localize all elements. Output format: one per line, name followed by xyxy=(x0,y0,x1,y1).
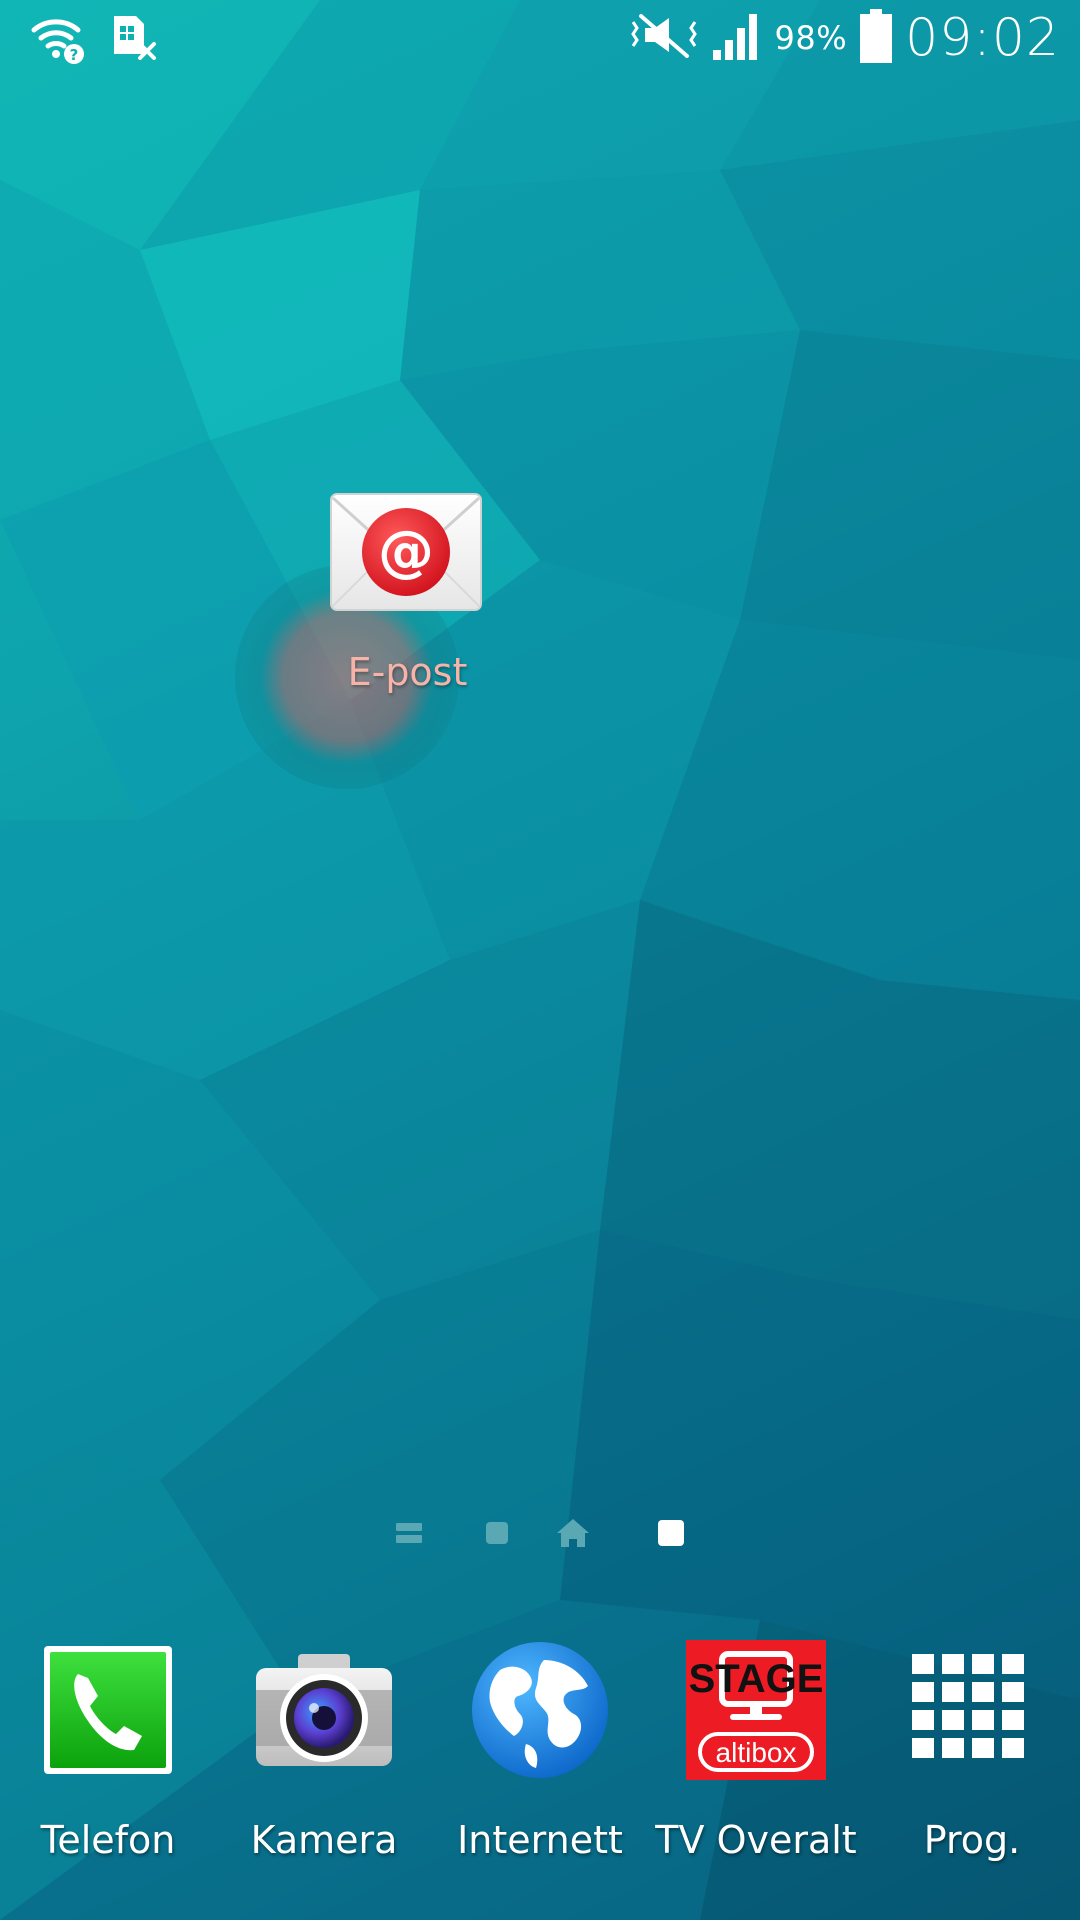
internet-globe-icon[interactable] xyxy=(470,1640,610,1780)
vibrate-mute-icon xyxy=(629,12,699,64)
svg-text:@: @ xyxy=(378,519,434,584)
dock-label: Telefon xyxy=(40,1818,176,1862)
email-app-icon[interactable]: @ xyxy=(329,492,483,612)
svg-text:altibox: altibox xyxy=(716,1737,797,1768)
phone-app-icon[interactable] xyxy=(38,1640,178,1780)
dock-item-tv-overalt[interactable]: STAGE altibox TV Overalt xyxy=(648,1640,864,1870)
briefing-page-icon[interactable] xyxy=(396,1523,422,1543)
dock-item-telefon[interactable]: Telefon xyxy=(0,1640,216,1870)
svg-text:?: ? xyxy=(70,46,79,64)
home-page-icon[interactable] xyxy=(557,1519,589,1547)
apps-grid-icon[interactable] xyxy=(902,1640,1042,1780)
page-dot-active-icon[interactable] xyxy=(658,1520,684,1546)
status-bar[interactable]: ? 98% 09:02 xyxy=(0,0,1080,80)
dock-item-prog[interactable]: Prog. xyxy=(864,1640,1080,1870)
dock-item-internett[interactable]: Internett xyxy=(432,1640,648,1870)
battery-percent: 98% xyxy=(774,19,848,57)
status-clock: 09:02 xyxy=(905,8,1060,68)
email-label: E-post xyxy=(347,650,468,694)
dock-label: Kamera xyxy=(250,1818,398,1862)
signal-icon xyxy=(711,10,763,66)
sim-card-missing-icon xyxy=(110,12,158,68)
dock-label: TV Overalt xyxy=(655,1818,857,1862)
page-indicator[interactable] xyxy=(390,1515,690,1551)
dock: Telefon Kamera Internett STAGE altibox T… xyxy=(0,1640,1080,1870)
home-screen: ? 98% 09:02 @ E-post Telefon Kamera Inte… xyxy=(0,0,1080,1920)
svg-text:STAGE: STAGE xyxy=(689,1657,824,1701)
camera-app-icon[interactable] xyxy=(254,1640,394,1780)
altibox-stage-icon[interactable]: STAGE altibox xyxy=(686,1640,826,1780)
wallpaper xyxy=(0,0,1080,1920)
dock-label: Internett xyxy=(457,1818,623,1862)
dock-label: Prog. xyxy=(923,1818,1021,1862)
wifi-unknown-icon: ? xyxy=(30,12,86,68)
battery-icon xyxy=(859,8,893,68)
page-dot-icon[interactable] xyxy=(486,1522,508,1544)
dock-item-kamera[interactable]: Kamera xyxy=(216,1640,432,1870)
